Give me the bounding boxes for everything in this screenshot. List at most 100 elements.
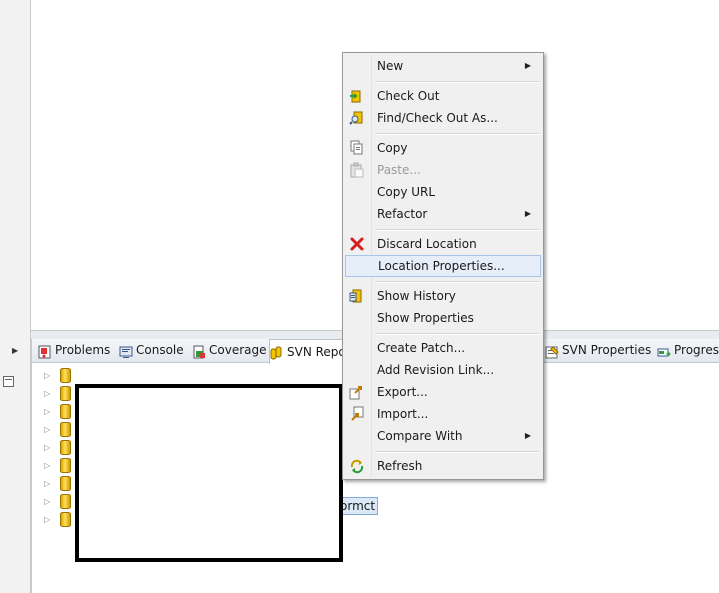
tab-console[interactable]: Console xyxy=(119,339,184,362)
menu-separator xyxy=(375,81,539,83)
expand-arrow-icon[interactable]: ▶ xyxy=(12,346,18,355)
left-side-strip: ▶ xyxy=(0,0,31,593)
repository-row[interactable]: ▷ xyxy=(44,456,71,474)
repository-icon xyxy=(60,493,71,509)
menu-separator xyxy=(375,133,539,135)
paste-icon xyxy=(349,162,365,178)
tab-svn-repositories[interactable]: SVN Repo xyxy=(269,339,351,364)
context-menu: New ▶ Check Out Find/Check Out As... Cop… xyxy=(342,52,544,480)
problems-icon xyxy=(38,344,52,358)
menu-item-export[interactable]: Export... xyxy=(345,381,539,403)
repository-icon xyxy=(60,403,71,419)
menu-item-label: Find/Check Out As... xyxy=(377,111,498,125)
repository-icon xyxy=(60,421,71,437)
menu-item-add-revision-link[interactable]: Add Revision Link... xyxy=(345,359,539,381)
tab-progress[interactable]: Progress xyxy=(657,339,719,362)
export-icon xyxy=(349,384,365,400)
expand-arrow-icon[interactable]: ▷ xyxy=(44,443,54,452)
menu-item-label: Import... xyxy=(377,407,429,421)
repository-icon xyxy=(60,439,71,455)
tab-problems[interactable]: Problems xyxy=(38,339,110,362)
selected-repository-label[interactable]: ormct xyxy=(337,497,379,515)
tab-label: Console xyxy=(136,343,184,357)
repository-row[interactable]: ▷ xyxy=(44,510,71,528)
menu-item-check-out[interactable]: Check Out xyxy=(345,85,539,107)
menu-item-label: Add Revision Link... xyxy=(377,363,495,377)
expand-arrow-icon[interactable]: ▷ xyxy=(44,461,54,470)
tab-coverage[interactable]: Coverage xyxy=(192,339,267,362)
submenu-arrow-icon: ▶ xyxy=(524,431,531,440)
repository-icon xyxy=(60,385,71,401)
expand-arrow-icon[interactable]: ▷ xyxy=(44,515,54,524)
svn-properties-icon xyxy=(545,344,559,358)
menu-item-label: Refresh xyxy=(377,459,423,473)
restore-view-icon[interactable] xyxy=(3,376,14,387)
repository-row[interactable]: ▷ xyxy=(44,492,71,510)
menu-item-copy-url[interactable]: Copy URL xyxy=(345,181,539,203)
repository-icon xyxy=(60,511,71,527)
svn-repository-icon xyxy=(270,345,284,360)
menu-item-discard-location[interactable]: Discard Location xyxy=(345,233,539,255)
menu-item-label: Copy xyxy=(377,141,408,155)
repository-row[interactable]: ▷ xyxy=(44,366,71,384)
menu-item-compare-with[interactable]: Compare With ▶ xyxy=(345,425,539,447)
repository-icon xyxy=(60,457,71,473)
expand-arrow-icon[interactable]: ▷ xyxy=(44,389,54,398)
repository-icon xyxy=(60,367,71,383)
repository-row[interactable]: ▷ xyxy=(44,402,71,420)
menu-item-copy[interactable]: Copy xyxy=(345,137,539,159)
redaction-box xyxy=(75,384,343,562)
import-icon xyxy=(349,406,365,422)
menu-item-location-properties[interactable]: Location Properties... xyxy=(345,255,541,277)
menu-item-refresh[interactable]: Refresh xyxy=(345,455,539,477)
progress-icon xyxy=(657,344,671,358)
menu-item-label: Export... xyxy=(377,385,428,399)
expand-arrow-icon[interactable]: ▷ xyxy=(44,407,54,416)
expand-arrow-icon[interactable]: ▷ xyxy=(44,425,54,434)
expand-arrow-icon[interactable]: ▷ xyxy=(44,479,54,488)
refresh-icon xyxy=(349,458,365,474)
repository-row[interactable]: ▷ xyxy=(44,420,71,438)
menu-item-refactor[interactable]: Refactor ▶ xyxy=(345,203,539,225)
menu-item-show-properties[interactable]: Show Properties xyxy=(345,307,539,329)
menu-separator xyxy=(375,451,539,453)
menu-separator xyxy=(375,281,539,283)
menu-item-find-check-out-as[interactable]: Find/Check Out As... xyxy=(345,107,539,129)
submenu-arrow-icon: ▶ xyxy=(524,61,531,70)
console-icon xyxy=(119,344,133,358)
menu-item-new[interactable]: New ▶ xyxy=(345,55,539,77)
tab-label: Progress xyxy=(674,343,719,357)
menu-item-label: Refactor xyxy=(377,207,428,221)
menu-item-label: Copy URL xyxy=(377,185,436,199)
tab-label: Problems xyxy=(55,343,111,357)
repository-row[interactable]: ▷ xyxy=(44,474,71,492)
tab-label: SVN Repo xyxy=(287,344,346,359)
find-checkout-icon xyxy=(349,110,365,126)
menu-item-label: Compare With xyxy=(377,429,463,443)
checkout-icon xyxy=(349,88,365,104)
menu-item-label: Discard Location xyxy=(377,237,477,251)
menu-item-import[interactable]: Import... xyxy=(345,403,539,425)
menu-item-paste[interactable]: Paste... xyxy=(345,159,539,181)
submenu-arrow-icon: ▶ xyxy=(524,209,531,218)
coverage-icon xyxy=(192,344,206,358)
history-icon xyxy=(349,288,365,304)
repository-row[interactable]: ▷ xyxy=(44,438,71,456)
menu-item-label: Create Patch... xyxy=(377,341,466,355)
menu-item-label: Show History xyxy=(377,289,456,303)
tab-label: Coverage xyxy=(209,343,267,357)
tab-label: SVN Properties xyxy=(562,343,652,357)
expand-arrow-icon[interactable]: ▷ xyxy=(44,497,54,506)
menu-separator xyxy=(375,333,539,335)
menu-item-label: Check Out xyxy=(377,89,440,103)
menu-item-show-history[interactable]: Show History xyxy=(345,285,539,307)
menu-item-label: New xyxy=(377,59,404,73)
repository-icon xyxy=(60,475,71,491)
menu-item-create-patch[interactable]: Create Patch... xyxy=(345,337,539,359)
repository-row[interactable]: ▷ xyxy=(44,384,71,402)
menu-item-label: Show Properties xyxy=(377,311,474,325)
tab-svn-properties[interactable]: SVN Properties xyxy=(545,339,651,362)
expand-arrow-icon[interactable]: ▷ xyxy=(44,371,54,380)
menu-item-label: Paste... xyxy=(377,163,421,177)
menu-separator xyxy=(375,229,539,231)
